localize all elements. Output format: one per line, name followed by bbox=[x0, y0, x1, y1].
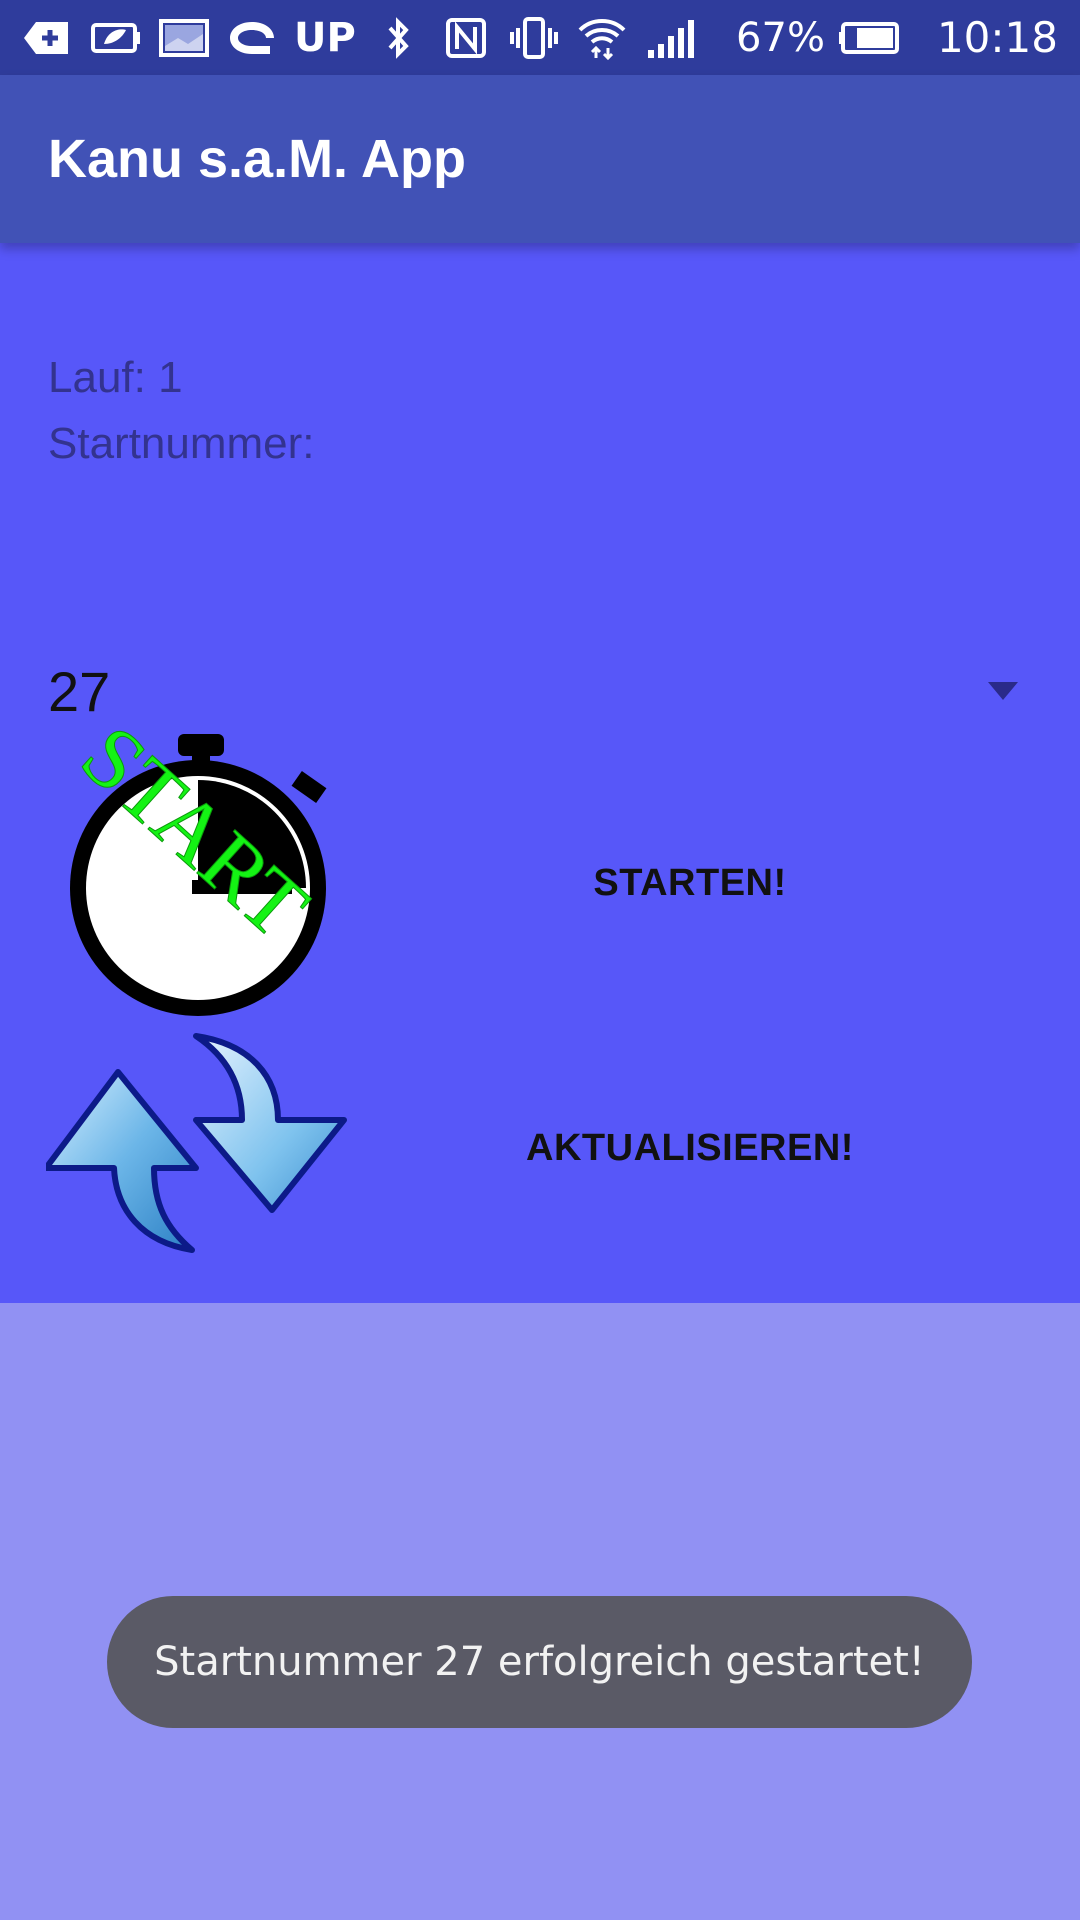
toast-message: Startnummer 27 erfolgreich gestartet! bbox=[107, 1596, 972, 1728]
app-bar: Kanu s.a.M. App bbox=[0, 75, 1080, 243]
loop-icon bbox=[226, 16, 278, 60]
add-box-icon bbox=[22, 16, 74, 60]
start-button[interactable]: STARTEN! bbox=[470, 853, 910, 913]
clock: 10:18 bbox=[936, 13, 1058, 62]
startnummer-label: Startnummer: bbox=[48, 419, 315, 468]
lauf-label: Lauf: 1 bbox=[48, 353, 183, 402]
battery-icon bbox=[837, 16, 903, 60]
wifi-icon bbox=[576, 16, 628, 60]
dropdown-arrow-icon bbox=[988, 682, 1018, 700]
nfc-icon bbox=[440, 16, 492, 60]
vibrate-icon bbox=[508, 16, 560, 60]
status-bar: UP 67% 10:18 bbox=[0, 0, 1080, 75]
bluetooth-icon bbox=[372, 16, 424, 60]
image-icon bbox=[158, 16, 210, 60]
stopwatch-start-icon[interactable]: START bbox=[58, 728, 338, 1038]
refresh-button[interactable]: AKTUALISIEREN! bbox=[470, 1118, 910, 1178]
battery-percent: 67% bbox=[736, 14, 825, 61]
battery-saver-icon bbox=[90, 16, 142, 60]
up-label: UP bbox=[294, 14, 356, 61]
signal-icon bbox=[644, 16, 696, 60]
spinner-selected-value: 27 bbox=[48, 659, 111, 723]
main-content: Lauf: 1 Startnummer: 27 START STARTEN! A… bbox=[0, 243, 1080, 1303]
app-title: Kanu s.a.M. App bbox=[48, 129, 467, 189]
startnummer-spinner[interactable]: 27 bbox=[48, 656, 1032, 726]
refresh-arrows-icon[interactable] bbox=[46, 1028, 350, 1258]
